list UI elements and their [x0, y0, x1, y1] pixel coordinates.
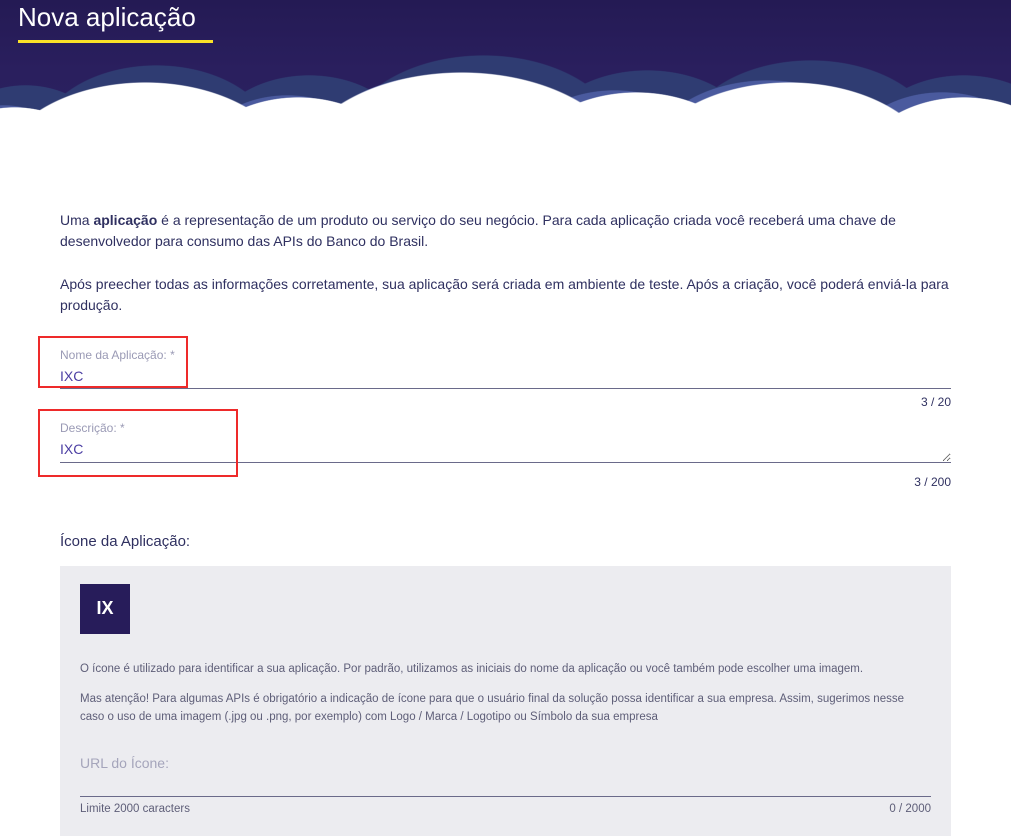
app-icon-tile[interactable]: IX [80, 584, 130, 634]
icon-help-text-2: Mas atenção! Para algumas APIs é obrigat… [80, 690, 931, 727]
field-description: Descrição: * 3 / 200 [60, 419, 951, 491]
intro-text-post: é a representação de um produto ou servi… [60, 212, 896, 249]
content-area: Uma aplicação é a representação de um pr… [0, 175, 1011, 836]
input-application-name[interactable] [60, 366, 951, 389]
icon-help-text-1: O ícone é utilizado para identificar a s… [80, 660, 931, 678]
intro-text: Uma [60, 212, 93, 228]
intro-bold: aplicação [93, 212, 157, 228]
icon-url-limit-text: Limite 2000 caracters [80, 801, 190, 818]
intro-paragraph-2: Após preecher todas as informações corre… [60, 274, 951, 316]
counter-icon-url: 0 / 2000 [889, 801, 931, 818]
counter-description: 3 / 200 [60, 473, 951, 491]
label-description: Descrição: * [60, 419, 951, 437]
intro-paragraph-1: Uma aplicação é a representação de um pr… [60, 210, 951, 252]
label-application-name: Nome da Aplicação: * [60, 346, 951, 364]
section-title-icon: Ícone da Aplicação: [60, 531, 951, 554]
page-header: Nova aplicação [0, 0, 1011, 175]
counter-application-name: 3 / 20 [60, 393, 951, 411]
field-application-name: Nome da Aplicação: * 3 / 20 [60, 346, 951, 411]
label-icon-url: URL do Ícone: [80, 753, 931, 774]
icon-panel: IX O ícone é utilizado para identificar … [60, 566, 951, 836]
cloud-decoration-front [0, 47, 1011, 175]
input-icon-url[interactable] [80, 774, 931, 797]
textarea-description[interactable] [60, 439, 951, 463]
